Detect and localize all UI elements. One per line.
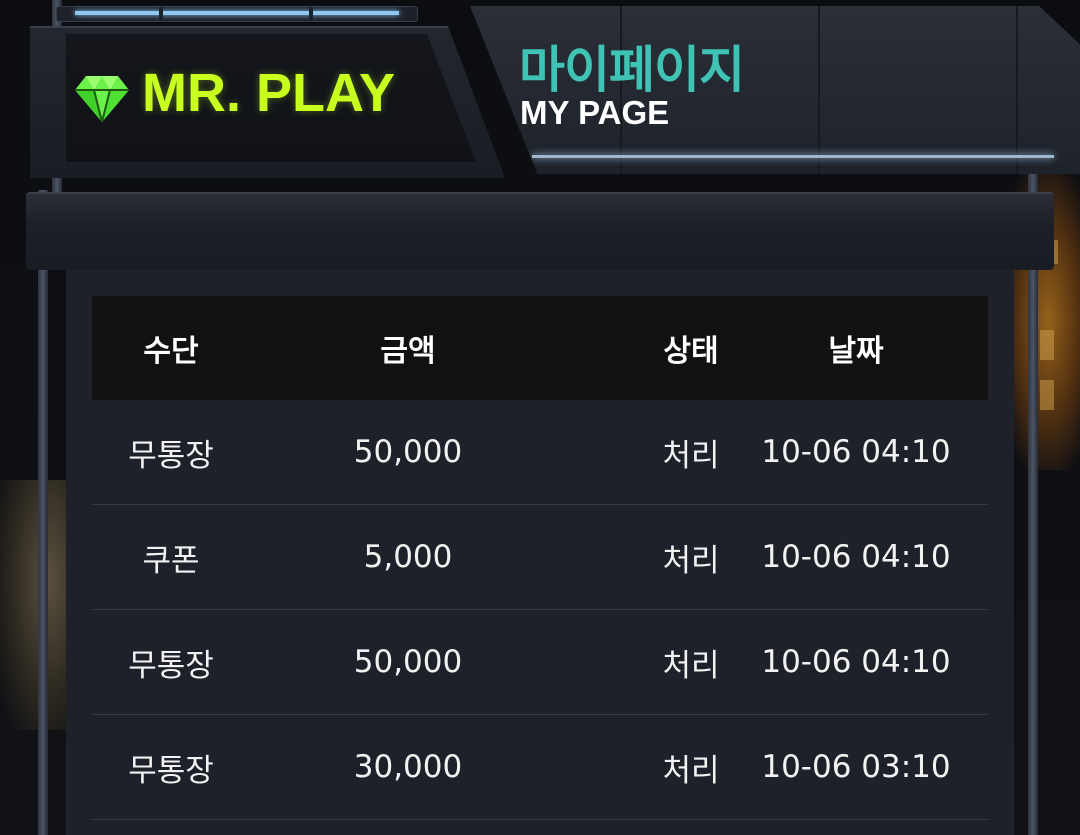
cell-method: 쿠폰 xyxy=(142,542,200,579)
diamond-icon xyxy=(75,76,129,123)
cell-amount: 50,000 xyxy=(353,434,463,470)
frame-pillar xyxy=(38,190,48,835)
cell-status: 처리 xyxy=(662,542,720,579)
history-table: 수단 금액 상태 날짜 무통장 50,000 처리 10-06 04:10 쿠폰… xyxy=(92,296,988,820)
cell-method: 무통장 xyxy=(128,752,214,789)
title-glow-line xyxy=(532,155,1054,158)
table-row: 무통장 30,000 처리 10-06 03:10 xyxy=(92,715,988,820)
cell-amount: 30,000 xyxy=(353,749,463,785)
light-notch xyxy=(309,7,313,21)
column-header-amount: 금액 xyxy=(380,334,436,369)
table-row: 무통장 50,000 처리 10-06 04:10 xyxy=(92,610,988,715)
light-strip xyxy=(75,11,399,15)
cell-status: 처리 xyxy=(662,437,720,474)
background-window xyxy=(1040,330,1054,360)
panel-seam xyxy=(818,6,820,174)
page-title-korean: 마이페이지 xyxy=(519,41,745,99)
column-header-status: 상태 xyxy=(663,334,719,369)
cell-method: 무통장 xyxy=(128,437,214,474)
table-row: 쿠폰 5,000 처리 10-06 04:10 xyxy=(92,505,988,610)
logo-text[interactable]: MR. PLAY xyxy=(142,62,395,124)
background-window xyxy=(1040,380,1054,410)
cell-amount: 50,000 xyxy=(353,644,463,680)
header-beam xyxy=(26,192,1054,270)
page: MR. PLAY 마이페이지 MY PAGE 수단 금액 상태 날짜 무통장 5… xyxy=(0,0,1080,835)
page-title-english: MY PAGE xyxy=(520,94,670,131)
cell-method: 무통장 xyxy=(128,647,214,684)
light-notch xyxy=(159,7,163,21)
panel-seam xyxy=(1016,6,1018,174)
cell-status: 처리 xyxy=(662,647,720,684)
top-light-bar xyxy=(56,6,418,22)
table-row: 무통장 50,000 처리 10-06 04:10 xyxy=(92,400,988,505)
cell-status: 처리 xyxy=(662,752,720,789)
column-header-method: 수단 xyxy=(143,334,199,369)
table-header: 수단 금액 상태 날짜 xyxy=(92,296,988,400)
background-figure xyxy=(0,480,70,730)
cell-amount: 5,000 xyxy=(363,539,453,575)
